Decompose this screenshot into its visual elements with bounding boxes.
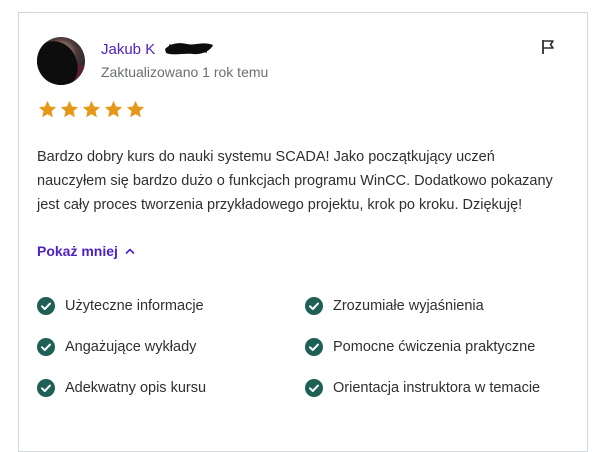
star-icon <box>104 100 123 118</box>
show-less-label: Pokaż mniej <box>37 243 118 259</box>
check-circle-icon <box>305 338 323 356</box>
star-icon <box>38 100 57 118</box>
author-row: Jakub K <box>101 39 213 59</box>
feedback-tag-label: Angażujące wykłady <box>65 339 197 355</box>
feedback-tag: Pomocne ćwiczenia praktyczne <box>305 336 577 359</box>
check-circle-icon <box>305 297 323 315</box>
feedback-tag-label: Pomocne ćwiczenia praktyczne <box>333 339 536 355</box>
review-card: Jakub K Zaktualizowano 1 rok temu Bardzo… <box>18 12 588 452</box>
star-icon <box>126 100 145 118</box>
feedback-tag-label: Adekwatny opis kursu <box>65 380 207 396</box>
feedback-tag: Orientacja instruktora w temacie <box>305 377 577 400</box>
feedback-tag: Użyteczne informacje <box>37 295 305 318</box>
check-circle-icon <box>37 379 55 397</box>
check-circle-icon <box>37 338 55 356</box>
star-icon <box>60 100 79 118</box>
avatar <box>37 37 85 85</box>
review-text: Bardzo dobry kurs do nauki systemu SCADA… <box>37 149 553 213</box>
show-less-button[interactable]: Pokaż mniej <box>37 243 136 259</box>
feedback-tag-label: Zrozumiałe wyjaśnienia <box>333 298 484 314</box>
flag-icon[interactable] <box>539 38 557 56</box>
feedback-tag-label: Użyteczne informacje <box>65 298 204 314</box>
chevron-up-icon <box>125 248 135 254</box>
check-circle-icon <box>305 379 323 397</box>
feedback-tag: Zrozumiałe wyjaśnienia <box>305 295 577 318</box>
star-icon <box>82 100 101 118</box>
star-rating <box>37 99 146 120</box>
check-circle-icon <box>37 297 55 315</box>
redaction-mark <box>37 37 82 85</box>
review-date: Zaktualizowano 1 rok temu <box>101 64 269 80</box>
feedback-tags: Użyteczne informacje Zrozumiałe wyjaśnien… <box>37 295 577 400</box>
feedback-tag: Adekwatny opis kursu <box>37 377 305 400</box>
feedback-tag-label: Orientacja instruktora w temacie <box>333 380 541 396</box>
feedback-tag: Angażujące wykłady <box>37 336 305 359</box>
author-name: Jakub K <box>101 40 156 58</box>
name-redaction-mark <box>165 43 213 55</box>
